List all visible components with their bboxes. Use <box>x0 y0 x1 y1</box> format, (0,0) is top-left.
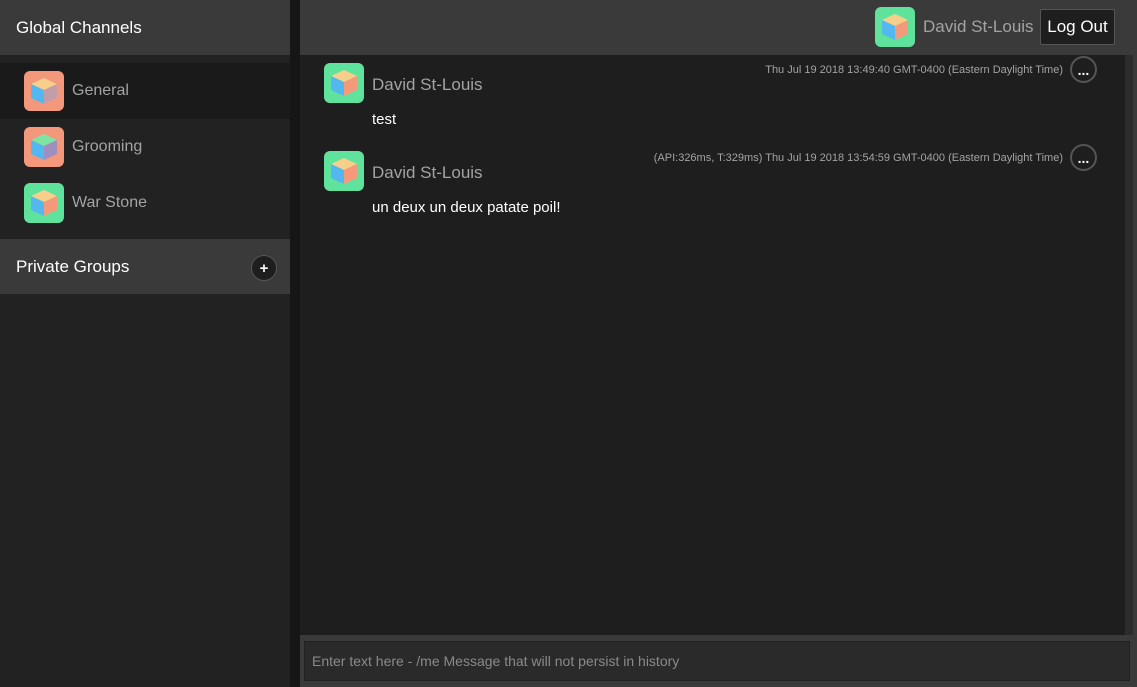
message-item: David St-Louis Thu Jul 19 2018 13:49:40 … <box>300 55 1125 143</box>
panel-divider <box>290 0 300 687</box>
top-bar: David St-Louis Log Out <box>300 0 1137 55</box>
message-timestamp: Thu Jul 19 2018 13:49:40 GMT-0400 (Easte… <box>765 64 1063 76</box>
message-item: David St-Louis (API:326ms, T:329ms) Thu … <box>300 143 1125 231</box>
channel-list: General Grooming War Stone <box>0 63 290 231</box>
private-groups-header: Private Groups + <box>0 239 290 294</box>
log-out-button[interactable]: Log Out <box>1040 9 1115 45</box>
message-options-button[interactable]: ... <box>1070 144 1097 171</box>
channel-item-war-stone[interactable]: War Stone <box>0 175 290 231</box>
private-groups-title: Private Groups <box>16 256 130 276</box>
message-text: un deux un deux patate poil! <box>372 199 561 216</box>
message-author: David St-Louis <box>372 163 483 182</box>
add-group-button[interactable]: + <box>251 255 277 281</box>
message-list: David St-Louis Thu Jul 19 2018 13:49:40 … <box>300 55 1125 635</box>
channel-label: War Stone <box>72 194 147 211</box>
message-timestamp: (API:326ms, T:329ms) Thu Jul 19 2018 13:… <box>653 152 1063 164</box>
global-channels-header: Global Channels <box>0 0 290 55</box>
message-options-button[interactable]: ... <box>1070 56 1097 83</box>
current-user-name: David St-Louis <box>923 17 1034 36</box>
channel-avatar-icon <box>24 71 64 111</box>
channel-avatar-icon <box>24 127 64 167</box>
message-scrollbar[interactable] <box>1125 55 1133 635</box>
channel-label: General <box>72 82 129 99</box>
sidebar: Global Channels General Grooming War Sto… <box>0 0 290 687</box>
composer-bar <box>300 635 1137 687</box>
window-edge <box>1133 0 1137 687</box>
author-avatar-icon <box>324 151 364 191</box>
channel-label: Grooming <box>72 138 143 155</box>
author-avatar-icon <box>324 63 364 103</box>
message-input[interactable] <box>304 641 1130 681</box>
channel-item-general[interactable]: General <box>0 63 290 119</box>
message-author: David St-Louis <box>372 75 483 94</box>
user-avatar-icon <box>875 7 915 47</box>
channel-item-grooming[interactable]: Grooming <box>0 119 290 175</box>
message-text: test <box>372 111 397 128</box>
channel-avatar-icon <box>24 183 64 223</box>
